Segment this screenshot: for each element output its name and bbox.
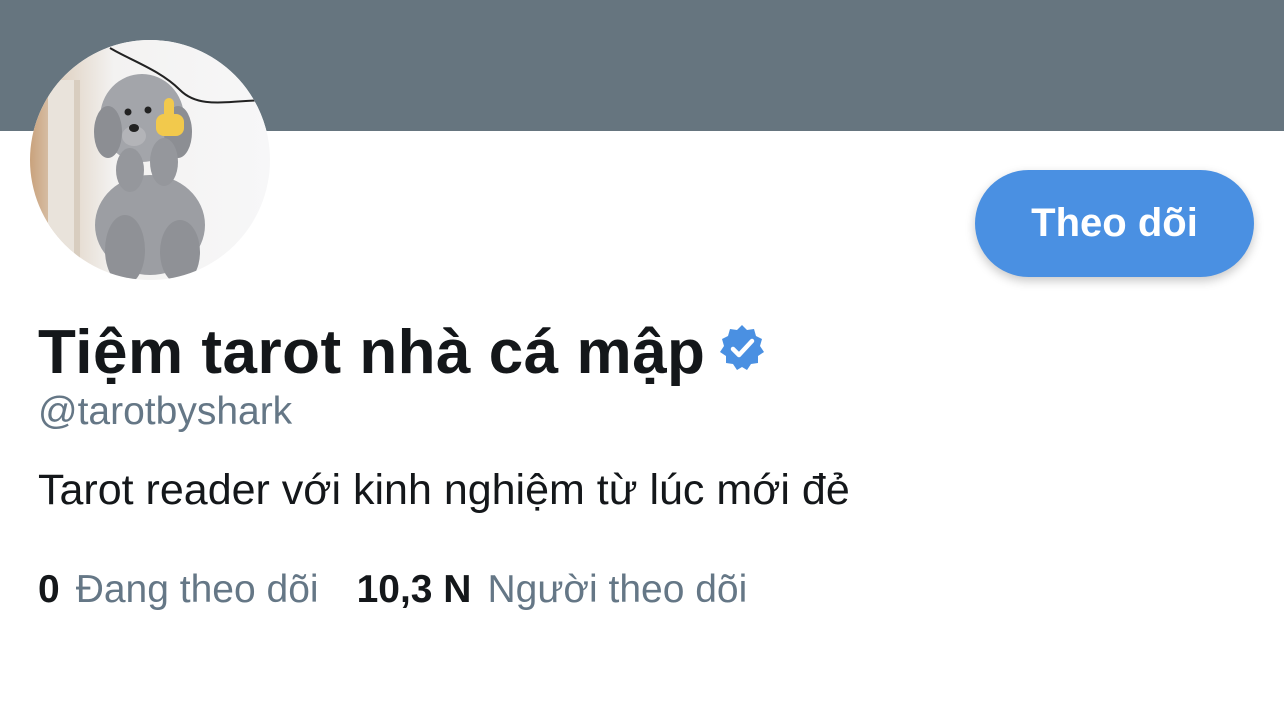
profile-bio: Tarot reader với kinh nghiệm từ lúc mới … (38, 466, 850, 514)
follow-button[interactable]: Theo dõi (975, 170, 1254, 277)
followers-stat[interactable]: 10,3 N Người theo dõi (357, 568, 748, 612)
followers-label: Người theo dõi (487, 568, 748, 611)
following-count: 0 (38, 568, 60, 611)
name-row: Tiệm tarot nhà cá mập (38, 312, 767, 392)
display-name: Tiệm tarot nhà cá mập (38, 317, 706, 387)
verified-badge-icon (717, 323, 767, 373)
avatar[interactable] (30, 40, 270, 280)
profile-page: Theo dõi Tiệm tarot nhà cá mập @tarotbys… (0, 0, 1284, 704)
following-label: Đang theo dõi (75, 568, 319, 611)
profile-handle: @tarotbyshark (38, 390, 293, 433)
following-stat[interactable]: 0 Đang theo dõi (38, 568, 319, 612)
followers-count: 10,3 N (356, 568, 472, 611)
profile-stats: 0 Đang theo dõi 10,3 N Người theo dõi (38, 568, 747, 612)
poodle-avatar-photo (30, 40, 270, 280)
